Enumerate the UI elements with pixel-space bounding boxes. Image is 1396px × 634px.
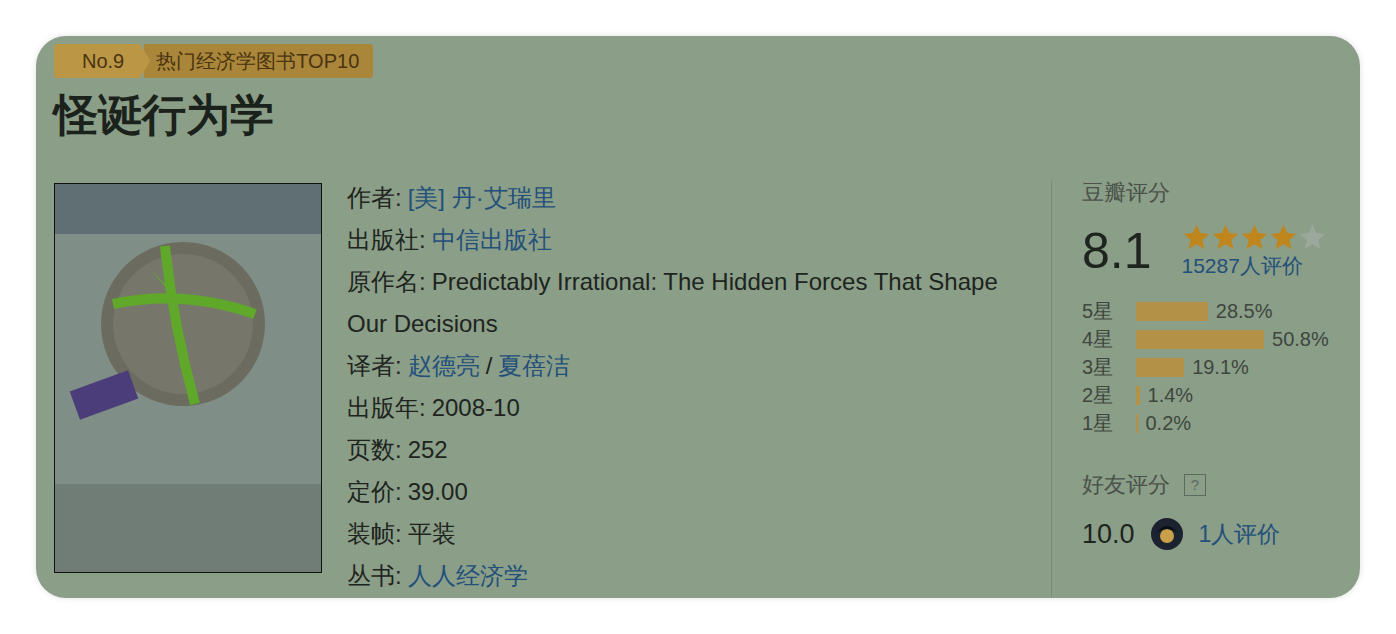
- star-row: [1182, 223, 1327, 252]
- avatar-icon[interactable]: [1151, 518, 1183, 550]
- distribution-bar: [1136, 414, 1138, 433]
- info-label: 丛书:: [347, 562, 402, 589]
- rating-title: 豆瓣评分: [1082, 179, 1350, 207]
- distribution-share: 50.8%: [1272, 328, 1329, 351]
- rating-distribution: 5星 28.5% 4星 50.8% 3星 19.1% 2星 1.4% 1星 0.2%: [1082, 297, 1350, 437]
- info-link[interactable]: 人人经济学: [408, 562, 528, 589]
- info-label: 原作名:: [347, 268, 426, 295]
- book-title: 怪诞行为学: [54, 86, 1342, 143]
- score-row: 8.1 15287人评价: [1082, 221, 1350, 281]
- star-icon: [1298, 223, 1327, 252]
- info-row: 定价:39.00: [347, 471, 1007, 513]
- info-label: 译者:: [347, 352, 402, 379]
- distribution-row: 1星 0.2%: [1082, 409, 1350, 437]
- book-info: 作者:[美] 丹·艾瑞里出版社:中信出版社原作名:Predictably Irr…: [347, 177, 1007, 597]
- ranking-badge[interactable]: No.9热门经济学图书TOP10: [54, 44, 373, 78]
- distribution-row: 4星 50.8%: [1082, 325, 1350, 353]
- star-icon: [1269, 223, 1298, 252]
- info-value: 252: [408, 436, 448, 463]
- star-icon: [1182, 223, 1211, 252]
- star-icon: [1211, 223, 1240, 252]
- friends-count[interactable]: 1人评价: [1199, 519, 1281, 549]
- info-value: 2008-10: [432, 394, 520, 421]
- info-row: 装帧:平装: [347, 513, 1007, 555]
- page: No.9热门经济学图书TOP10怪诞行为学作者:[美] 丹·艾瑞里出版社:中信出…: [0, 0, 1396, 634]
- info-value: 平装: [408, 520, 456, 547]
- rating-count[interactable]: 15287人评价: [1182, 252, 1327, 280]
- info-link[interactable]: 夏蓓洁: [498, 352, 570, 379]
- info-label: 装帧:: [347, 520, 402, 547]
- distribution-share: 1.4%: [1148, 384, 1194, 407]
- info-label: 页数:: [347, 436, 402, 463]
- distribution-label: 1星: [1082, 410, 1136, 437]
- distribution-label: 2星: [1082, 382, 1136, 409]
- friends-row: 10.0 1人评价: [1082, 517, 1350, 551]
- distribution-share: 0.2%: [1146, 412, 1192, 435]
- distribution-share: 19.1%: [1192, 356, 1249, 379]
- divider: [1051, 181, 1052, 597]
- info-value: 39.00: [408, 478, 468, 505]
- distribution-bar: [1136, 358, 1184, 377]
- info-row: 丛书:人人经济学: [347, 555, 1007, 597]
- cover-image[interactable]: [54, 183, 322, 573]
- book-body: 作者:[美] 丹·艾瑞里出版社:中信出版社原作名:Predictably Irr…: [54, 183, 1342, 597]
- info-label: 定价:: [347, 478, 402, 505]
- info-row: 页数:252: [347, 429, 1007, 471]
- badge-label: 热门经济学图书TOP10: [144, 44, 373, 78]
- distribution-bar: [1136, 302, 1208, 321]
- info-row: 译者:赵德亮/夏蓓洁: [347, 345, 1007, 387]
- rating-panel: 豆瓣评分 8.1 15287人评价 5星 28.5% 4星 50.8% 3星 19.1% 2星 1.…: [1052, 179, 1350, 597]
- score-side: 15287人评价: [1182, 223, 1327, 280]
- info-value: /: [486, 352, 493, 379]
- info-link[interactable]: 赵德亮: [408, 352, 480, 379]
- star-icon: [1240, 223, 1269, 252]
- info-label: 作者:: [347, 184, 402, 211]
- badge-rank: No.9: [54, 44, 150, 78]
- info-value: Predictably Irrational: The Hidden Force…: [347, 268, 998, 337]
- distribution-row: 5星 28.5%: [1082, 297, 1350, 325]
- friends-score: 10.0: [1082, 517, 1135, 551]
- distribution-label: 4星: [1082, 326, 1136, 353]
- distribution-bar: [1136, 330, 1264, 349]
- friends-title-text: 好友评分: [1082, 471, 1170, 499]
- distribution-row: 2星 1.4%: [1082, 381, 1350, 409]
- info-row: 出版社:中信出版社: [347, 219, 1007, 261]
- rating-score: 8.1: [1082, 221, 1152, 281]
- info-label: 出版社:: [347, 226, 426, 253]
- distribution-label: 3星: [1082, 354, 1136, 381]
- distribution-label: 5星: [1082, 298, 1136, 325]
- cover-art-icon: [55, 184, 321, 572]
- book-card: No.9热门经济学图书TOP10怪诞行为学作者:[美] 丹·艾瑞里出版社:中信出…: [36, 36, 1360, 598]
- info-row: 原作名:Predictably Irrational: The Hidden F…: [347, 261, 1007, 345]
- info-link[interactable]: [美] 丹·艾瑞里: [408, 184, 556, 211]
- distribution-share: 28.5%: [1216, 300, 1273, 323]
- info-row: 出版年:2008-10: [347, 387, 1007, 429]
- info-link[interactable]: 中信出版社: [432, 226, 552, 253]
- friends-title: 好友评分?: [1082, 471, 1350, 499]
- help-icon[interactable]: ?: [1184, 474, 1206, 496]
- distribution-row: 3星 19.1%: [1082, 353, 1350, 381]
- distribution-bar: [1136, 386, 1140, 405]
- info-label: 出版年:: [347, 394, 426, 421]
- info-row: 作者:[美] 丹·艾瑞里: [347, 177, 1007, 219]
